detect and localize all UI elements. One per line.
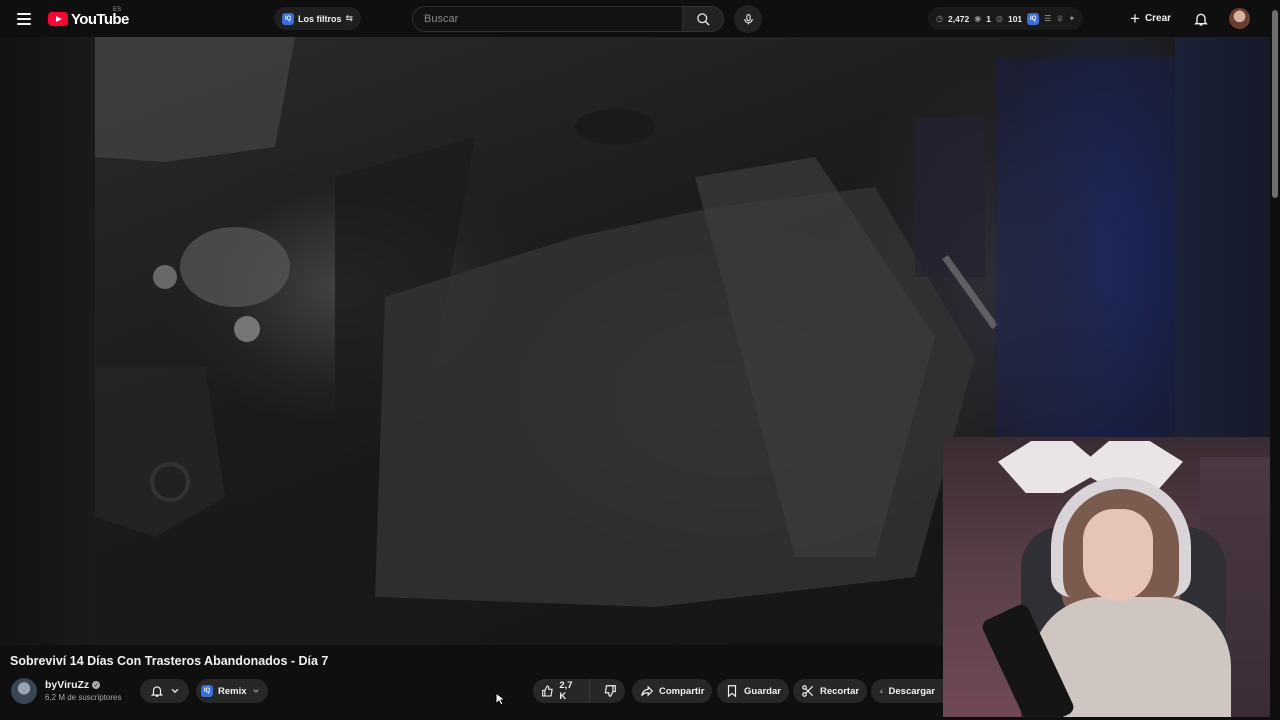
search-button[interactable] [682, 6, 724, 32]
top-bar: YouTube ES IQ Los filtros ⇆ ◷ 2,472 ◉ 1 … [0, 0, 1270, 37]
subscriber-count: 6,2 M de suscriptores [45, 693, 122, 702]
search-icon [696, 12, 710, 26]
award-icon: ♕ [1056, 14, 1064, 23]
remix-label: Remix [218, 685, 247, 697]
create-button[interactable]: + Crear [1122, 6, 1179, 31]
viewers-icon: ◎ [995, 14, 1003, 23]
tune-icon: ⇆ [345, 13, 354, 23]
subscription-notifications-button[interactable] [140, 679, 189, 703]
ambient-right [1175, 37, 1270, 437]
scrollbar-thumb[interactable] [1272, 10, 1278, 198]
menu-icon-line [17, 18, 31, 20]
download-label: Descargar [888, 685, 935, 697]
webcam-headphones [1051, 477, 1191, 597]
share-button[interactable]: Compartir [632, 679, 713, 703]
share-label: Compartir [659, 685, 705, 697]
search-input[interactable] [412, 6, 682, 32]
search-bar [412, 6, 724, 32]
stats-extension[interactable]: ◷ 2,472 ◉ 1 ◎ 101 IQ ☰ ♕ ✦ [928, 7, 1084, 30]
user-avatar[interactable] [1229, 8, 1250, 29]
voice-search-button[interactable] [734, 5, 762, 33]
plus-icon: + [1130, 9, 1140, 28]
chevron-down-icon [171, 688, 178, 694]
bell-icon [150, 686, 163, 697]
menu-button[interactable] [12, 7, 36, 31]
ambient-left [0, 37, 95, 645]
verified-icon: ✓ [92, 681, 101, 689]
thumb-up-icon [542, 685, 553, 697]
download-button[interactable]: Descargar [871, 679, 943, 703]
filters-label: Los filtros [298, 13, 342, 24]
mic-icon [743, 13, 753, 24]
iq-badge-icon: IQ [1027, 12, 1040, 25]
iq-badge-icon: IQ [201, 685, 213, 697]
mouse-cursor-icon [495, 692, 505, 706]
channel-name: byViruZz [45, 679, 90, 691]
filters-chip[interactable]: IQ Los filtros ⇆ [274, 7, 362, 30]
menu-icon-line [17, 23, 31, 25]
video-title: Sobreviví 14 Días Con Trasteros Abandona… [10, 654, 329, 668]
webcam-overlay [943, 437, 1280, 717]
chevron-down-icon [252, 689, 259, 693]
page-scrollbar[interactable] [1270, 0, 1280, 720]
share-icon [641, 685, 654, 697]
dislike-button[interactable] [595, 679, 625, 703]
scissors-icon [802, 685, 814, 697]
stat-views: 2,472 [947, 13, 970, 24]
menu-icon-line [17, 13, 31, 15]
youtube-logo-icon [48, 12, 68, 26]
save-button[interactable]: Guardar [717, 679, 789, 703]
save-label: Guardar [744, 685, 781, 697]
download-icon [879, 689, 883, 693]
stat-watching: 101 [1007, 13, 1023, 24]
bell-icon [1194, 13, 1208, 26]
remix-button[interactable]: IQ Remix [196, 679, 268, 703]
eye-icon: ◉ [974, 14, 982, 23]
country-code: ES [113, 7, 122, 13]
sparkle-icon: ✦ [1068, 14, 1076, 23]
channel-avatar[interactable] [11, 678, 37, 704]
stat-likes: 1 [986, 13, 991, 24]
clip-button[interactable]: Recortar [793, 679, 868, 703]
like-button[interactable]: 2,7 K [533, 679, 590, 703]
bookmark-icon [727, 685, 737, 698]
create-label: Crear [1144, 13, 1172, 24]
clock-icon: ◷ [936, 14, 943, 23]
logo-text: YouTube [71, 10, 129, 28]
iq-badge-icon: IQ [282, 12, 294, 25]
like-dislike-group: 2,7 K [533, 679, 625, 703]
like-count: 2,7 K [559, 680, 573, 702]
list-icon: ☰ [1044, 14, 1052, 23]
notifications-button[interactable] [1189, 7, 1213, 31]
thumb-down-icon [604, 685, 616, 697]
clip-label: Recortar [820, 685, 860, 697]
channel-name-link[interactable]: byViruZz ✓ [45, 679, 101, 691]
